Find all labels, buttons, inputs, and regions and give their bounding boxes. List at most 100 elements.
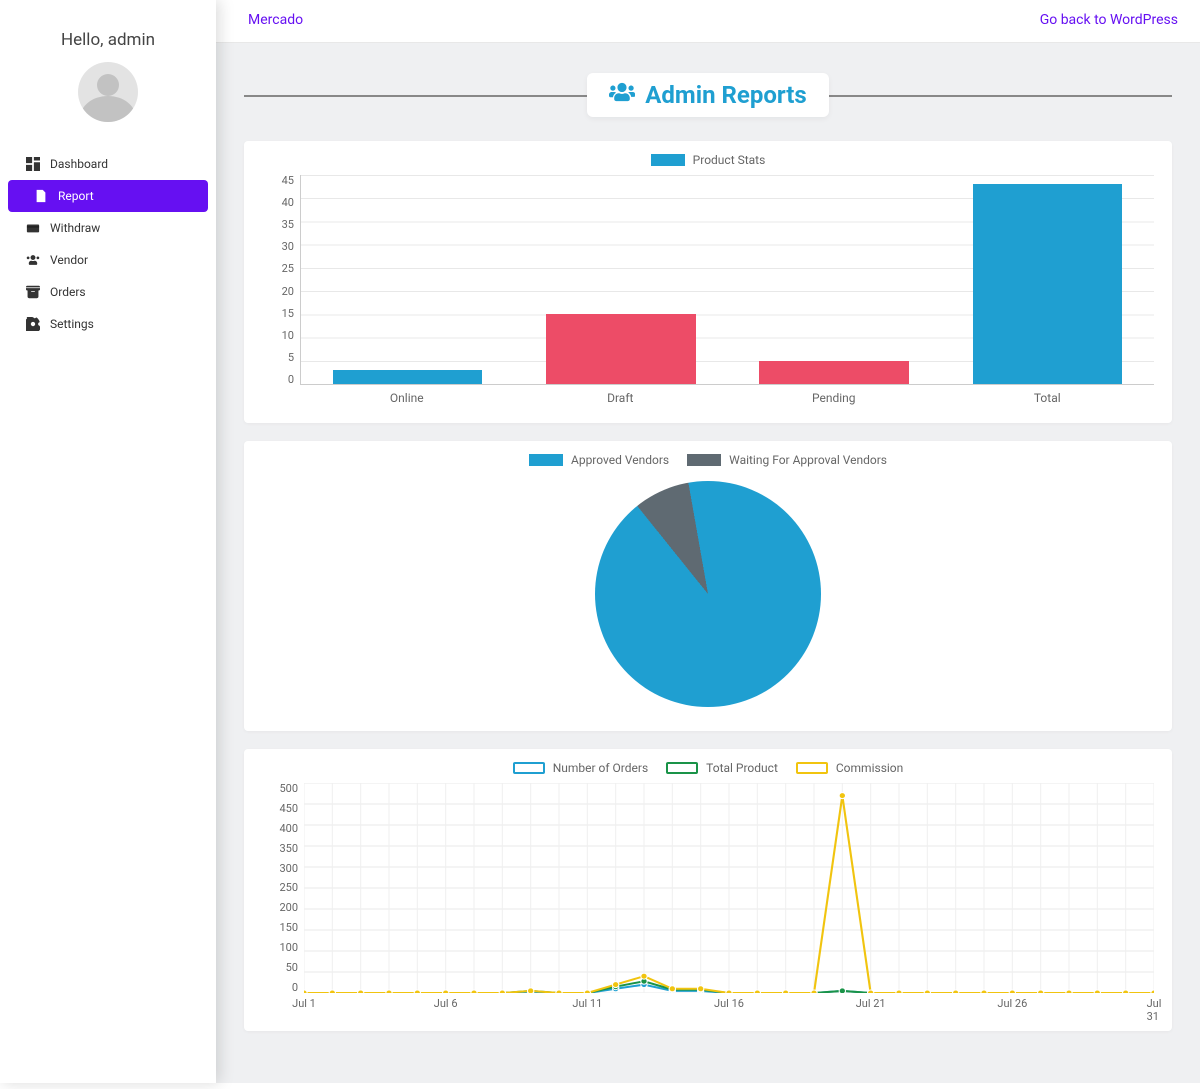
vendors-card: Approved Vendors Waiting For Approval Ven… [244,441,1172,731]
legend-label: Product Stats [693,153,766,167]
nav-list: Dashboard Report Withdraw Vendor Orders Setti… [0,148,216,340]
legend-label: Approved Vendors [571,453,669,467]
xtick-label: Jul 6 [434,997,458,1010]
ytick-label: 50 [262,962,304,973]
legend-swatch-icon [513,762,545,774]
legend-swatch-icon [687,454,721,466]
ytick-label: 20 [262,286,300,297]
bar-cell [514,175,727,384]
line-chart-legend: Number of Orders Total Product Commission [262,761,1154,775]
legend-item: Waiting For Approval Vendors [687,453,887,467]
legend-item: Commission [796,761,903,775]
legend-label: Number of Orders [553,761,648,775]
ytick-label: 300 [262,863,304,874]
sidebar-item-label: Settings [50,317,94,331]
sidebar-item-label: Orders [50,285,86,299]
sidebar-item-label: Vendor [50,253,88,267]
ytick-label: 250 [262,882,304,893]
ytick-label: 5 [262,352,300,363]
pie-chart-wrap [262,475,1154,713]
sidebar-item-label: Report [58,189,94,203]
orders-card: Number of OrdersTotal ProductCommission … [244,749,1172,1031]
legend-item: Approved Vendors [529,453,669,467]
bar [759,361,908,384]
legend-label: Waiting For Approval Vendors [729,453,887,467]
bar-chart-plot [300,175,1154,385]
xtick-label: Jul 16 [714,997,744,1010]
ytick-label: 150 [262,922,304,933]
ytick-label: 35 [262,219,300,230]
vendor-icon [26,253,40,267]
ytick-label: 25 [262,263,300,274]
main: Mercado Go back to WordPress Admin Repor… [216,0,1200,1083]
withdraw-icon [26,221,40,235]
legend-swatch-icon [529,454,563,466]
vendors-pie-chart [595,481,821,707]
xtick-label: Jul 31 [1147,997,1162,1023]
ytick-label: 15 [262,308,300,319]
legend-item: Product Stats [651,153,766,167]
bar-cell [301,175,514,384]
orders-icon [26,285,40,299]
legend-label: Total Product [706,761,778,775]
bar-chart-yaxis: 454035302520151050 [262,175,300,385]
ytick-label: 200 [262,902,304,913]
sidebar-item-report[interactable]: Report [8,180,208,212]
sidebar-item-withdraw[interactable]: Withdraw [0,212,216,244]
pie-chart-legend: Approved Vendors Waiting For Approval Ven… [262,453,1154,467]
xtick-label: Pending [727,391,941,405]
greeting: Hello, admin [0,30,216,50]
orders-line-chart: 500450400350300250200150100500 Jul 1Jul … [262,783,1154,1013]
sidebar-item-label: Withdraw [50,221,100,235]
xtick-label: Jul 1 [292,997,316,1010]
legend-item: Number of Orders [513,761,648,775]
bar [333,370,482,384]
profile-block: Hello, admin [0,0,216,140]
ytick-label: 450 [262,803,304,814]
legend-item: Total Product [666,761,778,775]
back-to-wordpress-link[interactable]: Go back to WordPress [1040,12,1178,28]
bar-cell [728,175,941,384]
line-chart-xaxis: Jul 1Jul 6Jul 11Jul 16Jul 21Jul 26Jul 31 [304,997,1154,1013]
line-chart-plot [304,783,1154,993]
xtick-label: Jul 26 [997,997,1027,1010]
bar [546,314,695,384]
brand-link[interactable]: Mercado [248,12,303,28]
product-stats-card: Product Stats 454035302520151050 OnlineD… [244,141,1172,423]
bar-cell [941,175,1154,384]
report-icon [34,189,48,203]
legend-swatch-icon [796,762,828,774]
ytick-label: 350 [262,843,304,854]
sidebar: Hello, admin Dashboard Report Withdraw Vend… [0,0,216,1083]
legend-label: Commission [836,761,903,775]
ytick-label: 45 [262,175,300,186]
xtick-label: Jul 11 [572,997,602,1010]
sidebar-item-settings[interactable]: Settings [0,308,216,340]
bar-chart-legend: Product Stats [262,153,1154,167]
dashboard-icon [26,157,40,171]
ytick-label: 100 [262,942,304,953]
xtick-label: Total [941,391,1155,405]
line-chart-yaxis: 500450400350300250200150100500 [262,783,304,993]
ytick-label: 10 [262,330,300,341]
users-icon [609,81,635,109]
ytick-label: 0 [262,982,304,993]
sidebar-item-orders[interactable]: Orders [0,276,216,308]
bar-chart-xaxis: OnlineDraftPendingTotal [300,391,1154,405]
ytick-label: 40 [262,197,300,208]
legend-swatch-icon [666,762,698,774]
sidebar-item-label: Dashboard [50,157,108,171]
topbar: Mercado Go back to WordPress [216,0,1200,43]
ytick-label: 500 [262,783,304,794]
ytick-label: 400 [262,823,304,834]
xtick-label: Draft [514,391,728,405]
legend-swatch-icon [651,154,685,166]
avatar [78,62,138,122]
xtick-label: Online [300,391,514,405]
content: Admin Reports Product Stats 454035302520… [216,43,1200,1083]
sidebar-item-vendor[interactable]: Vendor [0,244,216,276]
sidebar-item-dashboard[interactable]: Dashboard [0,148,216,180]
ytick-label: 0 [262,374,300,385]
bar [973,184,1122,384]
page-title-wrap: Admin Reports [244,73,1172,117]
